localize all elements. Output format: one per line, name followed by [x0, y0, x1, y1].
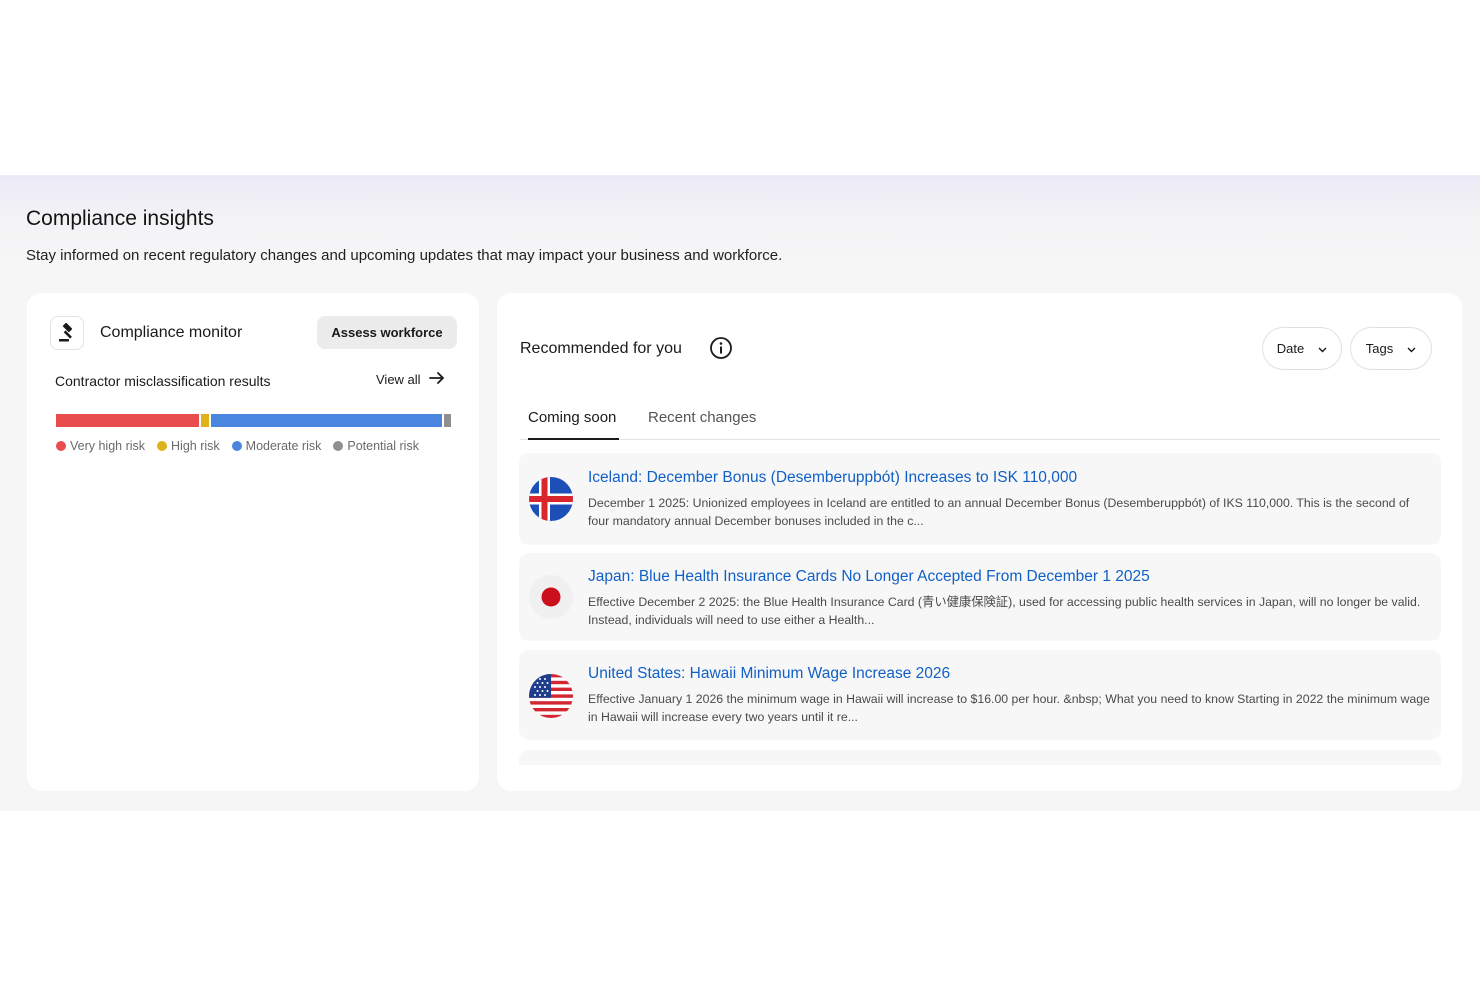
compliance-monitor-card: Compliance monitor Assess workforce Cont…	[27, 293, 479, 791]
risk-segment-high	[201, 414, 209, 427]
arrow-right-icon	[428, 372, 445, 387]
recommended-title: Recommended for you	[520, 340, 682, 357]
date-filter-label: Date	[1276, 341, 1305, 356]
risk-segment-moderate	[210, 414, 443, 427]
gavel-icon	[50, 316, 84, 350]
insight-title[interactable]: Japan: Blue Health Insurance Cards No Lo…	[588, 568, 1150, 586]
insight-description: December 1 2025: Unionized employees in …	[588, 496, 1410, 528]
page-subtitle: Stay informed on recent regulatory chang…	[26, 247, 783, 264]
legend-item: Very high risk	[56, 439, 145, 453]
legend-label: Very high risk	[70, 439, 146, 453]
legend-dot	[56, 441, 66, 451]
compliance-monitor-title: Compliance monitor	[100, 324, 243, 341]
insight-description: Effective January 1 2026 the minimum wag…	[588, 692, 1430, 724]
legend-dot	[333, 441, 344, 451]
tags-filter-button[interactable]: Tags	[1350, 327, 1432, 370]
page-title: Compliance insights	[26, 207, 214, 230]
legend-item: Potential risk	[333, 439, 419, 453]
active-tab-indicator	[528, 438, 619, 440]
us-flag-icon	[529, 674, 573, 718]
legend-dot	[231, 441, 242, 451]
chevron-down-icon	[1407, 341, 1416, 356]
legend-label: Potential risk	[347, 439, 419, 453]
list-item[interactable]	[519, 750, 1441, 765]
legend-label: Moderate risk	[245, 439, 322, 453]
misclassification-results-title: Contractor misclassification results	[55, 373, 271, 389]
compliance-insights-section: Compliance insights Stay informed on rec…	[0, 175, 1480, 811]
assess-workforce-button[interactable]: Assess workforce	[317, 316, 457, 349]
risk-legend: Very high risk High risk Moderate risk P…	[56, 439, 419, 453]
risk-distribution-bar	[56, 414, 454, 427]
tags-filter-label: Tags	[1365, 341, 1394, 356]
list-item[interactable]: Japan: Blue Health Insurance Cards No Lo…	[519, 553, 1441, 641]
legend-label: High risk	[171, 439, 220, 453]
insight-description: Effective December 2 2025: the Blue Heal…	[588, 595, 1421, 627]
insights-list[interactable]: Iceland: December Bonus (Desemberuppbót)…	[519, 453, 1441, 765]
legend-item: Moderate risk	[231, 439, 322, 453]
info-icon[interactable]	[709, 336, 733, 360]
tab-recent-changes[interactable]: Recent changes	[648, 409, 756, 426]
list-item[interactable]: United States: Hawaii Minimum Wage Incre…	[519, 650, 1441, 740]
risk-segment-very-high	[56, 414, 200, 427]
risk-segment-potential	[444, 414, 451, 427]
recommended-card: Recommended for you Date Tags Coming soo…	[497, 293, 1462, 791]
view-all-label: View all	[376, 372, 421, 387]
list-item[interactable]: Iceland: December Bonus (Desemberuppbót)…	[519, 453, 1441, 545]
view-all-link[interactable]: View all	[376, 372, 445, 387]
iceland-flag-icon	[529, 477, 573, 521]
legend-dot	[157, 441, 168, 451]
insight-title[interactable]: United States: Hawaii Minimum Wage Incre…	[588, 665, 950, 683]
insight-title[interactable]: Iceland: December Bonus (Desemberuppbót)…	[588, 469, 1077, 487]
chevron-down-icon	[1318, 341, 1327, 356]
tab-coming-soon[interactable]: Coming soon	[528, 409, 616, 426]
japan-flag-icon	[529, 575, 573, 619]
insights-tabs: Coming soon Recent changes	[520, 399, 1440, 440]
legend-item: High risk	[157, 439, 220, 453]
date-filter-button[interactable]: Date	[1262, 327, 1342, 370]
